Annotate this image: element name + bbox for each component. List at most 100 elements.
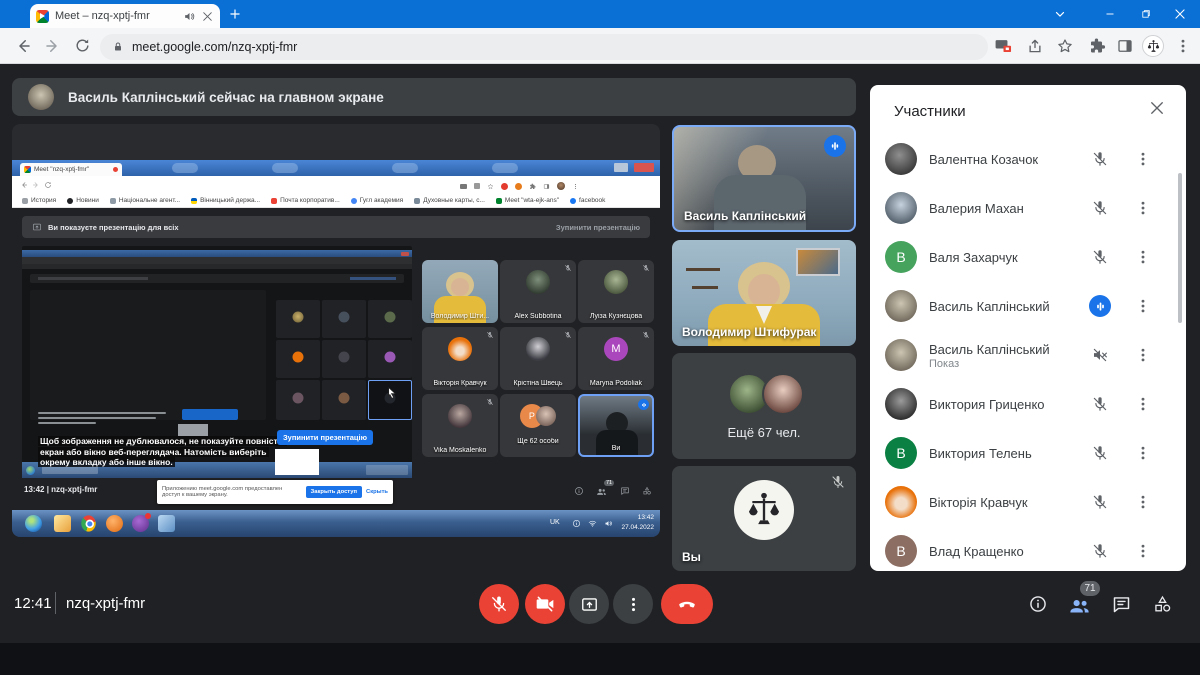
participant-row: Василь КаплінськийПоказ (870, 331, 1186, 380)
avatar (448, 404, 472, 428)
meeting-info-button[interactable] (1028, 594, 1048, 614)
divider (55, 592, 56, 614)
nested-minimize-maximize (614, 163, 628, 172)
grid-tile-self: Ви (578, 394, 654, 457)
more-people-label: Ещё 67 чел. (672, 425, 856, 440)
forward-button[interactable] (44, 37, 62, 55)
mic-toggle-button[interactable] (479, 584, 519, 624)
avatar (885, 486, 917, 518)
tab-sharing-indicator-icon[interactable] (994, 37, 1013, 56)
tab-audio-icon[interactable] (183, 10, 196, 23)
avatar (604, 270, 628, 294)
profile-avatar[interactable] (1142, 35, 1164, 57)
lock-icon (112, 41, 124, 53)
participant-row: Валерия Махан (870, 184, 1186, 233)
mic-off-icon (564, 264, 572, 272)
l3-titlebar (22, 250, 412, 257)
presentation-tile[interactable]: Meet "nzq-xptj-fmr" meet.google.com/nzq-… (12, 124, 660, 537)
participant-menu-button[interactable] (1134, 297, 1152, 315)
participant-row: В Влад Кращенко (870, 527, 1186, 571)
letter-avatar: В (885, 437, 917, 469)
browser-tab[interactable]: Meet – nzq-xptj-fmr (30, 4, 220, 28)
more-options-button[interactable] (613, 584, 653, 624)
share-page-button[interactable] (1026, 37, 1044, 55)
tab-search-chevron[interactable] (1040, 0, 1080, 28)
l3-inner-share (30, 290, 266, 420)
win7-chrome-icon (80, 515, 97, 532)
overflow-tile[interactable]: Ещё 67 чел. (672, 353, 856, 459)
bookmark-star-button[interactable] (1056, 37, 1074, 55)
mic-off-icon[interactable] (1091, 199, 1109, 217)
speaking-indicator (1089, 295, 1111, 317)
participant-menu-button[interactable] (1134, 248, 1152, 266)
participant-row: Валентна Козачок (870, 135, 1186, 184)
activities-button[interactable] (1152, 594, 1173, 615)
mic-off-icon[interactable] (1091, 542, 1109, 560)
tile-name: Вы (682, 550, 701, 564)
mic-off-icon[interactable] (1091, 493, 1109, 511)
people-button[interactable] (1068, 594, 1091, 617)
tile-name: Володимир Штифурак (682, 325, 816, 339)
reload-button[interactable] (74, 37, 91, 54)
nested-activities-icon (642, 486, 652, 496)
nested-stop-presenting-link: Зупинити презентацію (556, 223, 640, 232)
participant-menu-button[interactable] (1134, 444, 1152, 462)
video-tile-volodymyr[interactable]: Володимир Штифурак (672, 240, 856, 346)
mic-off-icon[interactable] (1091, 150, 1109, 168)
volume-off-icon[interactable] (1091, 346, 1109, 364)
participant-menu-button[interactable] (1134, 199, 1152, 217)
shelf (686, 268, 720, 271)
camera-toggle-button[interactable] (525, 584, 565, 624)
nested-meet-bottom-bar: 13:42 | nzq-xptj-fmr Приложению meet.goo… (12, 478, 660, 510)
mic-off-icon[interactable] (1091, 444, 1109, 462)
avatar (885, 339, 917, 371)
titlebar-blur (172, 163, 198, 173)
mic-off-icon[interactable] (1091, 395, 1109, 413)
participant-menu-button[interactable] (1134, 493, 1152, 511)
leave-call-button[interactable] (661, 584, 713, 624)
panel-title: Участники (894, 103, 966, 120)
panel-close-button[interactable] (1148, 99, 1166, 117)
win7-clock-icon (572, 519, 581, 528)
new-tab-button[interactable] (228, 7, 242, 21)
win7-mediaplayer-icon (106, 515, 123, 532)
participant-menu-button[interactable] (1134, 542, 1152, 560)
present-button[interactable] (569, 584, 609, 624)
tab-close-icon[interactable] (201, 10, 214, 23)
mic-off-icon[interactable] (1091, 248, 1109, 266)
win7-clock: 13:4227.04.2022 (621, 513, 654, 533)
participant-row: В Валя Захарчук (870, 233, 1186, 282)
window-restore-button[interactable] (1125, 0, 1165, 28)
mouse-cursor (386, 386, 399, 399)
windows-taskbar: W УКР 12:4127.04.2022 (0, 643, 1200, 675)
participant-menu-button[interactable] (1134, 346, 1152, 364)
grid-tile: Луіза Кузнєцова (578, 260, 654, 323)
shelf (692, 286, 718, 289)
chat-button[interactable] (1111, 594, 1132, 615)
extensions-puzzle-button[interactable] (1088, 37, 1106, 55)
browser-menu-button[interactable] (1174, 37, 1192, 55)
titlebar-blur (272, 163, 298, 173)
address-bar[interactable]: meet.google.com/nzq-xptj-fmr (100, 34, 988, 60)
nested-people-badge: 71 (604, 480, 614, 486)
revoke-access-button: Закрыть доступ (306, 486, 362, 498)
window-close-button[interactable] (1160, 0, 1200, 28)
grid-tile: Вікторія Кравчук (422, 327, 498, 390)
justice-scales-logo (734, 480, 794, 540)
meeting-clock: 12:41 (14, 595, 52, 612)
participant-menu-button[interactable] (1134, 395, 1152, 413)
l3-caption-line (38, 417, 156, 419)
window-minimize-button[interactable] (1090, 0, 1130, 28)
mic-off-icon (642, 264, 650, 272)
back-button[interactable] (14, 37, 32, 55)
side-panel-button[interactable] (1116, 37, 1134, 55)
participant-menu-button[interactable] (1134, 150, 1152, 168)
video-tile-vasyl[interactable]: Василь Каплінський (672, 125, 856, 232)
l3-participant-grid (276, 300, 412, 420)
self-view-tile[interactable]: Вы (672, 466, 856, 571)
white-popup-box (275, 449, 319, 475)
panel-scrollbar[interactable] (1178, 173, 1182, 323)
meeting-code: nzq-xptj-fmr (66, 595, 145, 612)
grid-tile: Vika Moskalenko (422, 394, 498, 457)
nested-info-icon (574, 486, 584, 496)
